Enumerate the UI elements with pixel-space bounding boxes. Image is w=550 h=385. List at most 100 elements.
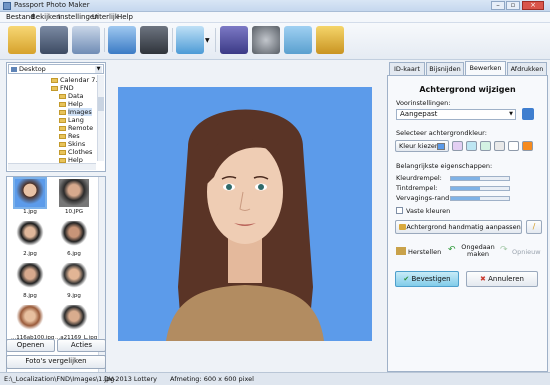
restore-button[interactable]: Herstellen [408, 248, 441, 256]
thumbnail[interactable]: 8.jpg [11, 263, 49, 303]
cancel-icon: ✖ [480, 275, 486, 283]
slider-fill [451, 177, 480, 180]
tree-item-data[interactable]: Data [59, 92, 84, 100]
tree-item-remote[interactable]: Remote [59, 124, 93, 132]
wand-button[interactable]: / [526, 220, 542, 234]
tree-item-calendar[interactable]: Calendar 7.0 [51, 76, 102, 84]
tree-item-lang[interactable]: Lang [59, 116, 84, 124]
window-title: Passport Photo Maker [14, 1, 90, 9]
folder-icon [59, 109, 66, 115]
menu-uiterlijk[interactable]: Uiterlijk [92, 13, 119, 21]
menu-bekijken[interactable]: Bekijken [31, 13, 61, 21]
tree-scrollbar[interactable] [97, 75, 104, 161]
folder-icon [59, 157, 66, 163]
thumbnail-image [15, 305, 45, 333]
thumbnail-image [15, 263, 45, 291]
tree-item-res[interactable]: Res [59, 132, 80, 140]
blur-label: Vervagings-rand: [396, 194, 452, 202]
thumbnail-list: 1.jpg 10.JPG 2.jpg 6.jpg 8.jpg 9.jpg ...… [6, 176, 106, 385]
status-mode: DV-2013 Lottery [104, 375, 158, 383]
cancel-button[interactable]: ✖ Annuleren [466, 271, 538, 287]
color-swatch[interactable] [508, 141, 519, 151]
toolbar: ▼ [0, 23, 550, 60]
folder-icon [59, 141, 66, 147]
brush-icon [399, 224, 406, 230]
compare-photos-button[interactable]: Foto's vergelijken [6, 355, 106, 369]
save-preset-icon[interactable] [522, 108, 534, 120]
choose-color-button[interactable]: Kleur kiezen [395, 140, 449, 152]
folder-tree: Desktop ▼ Calendar 7.0 FND Data Help Ima… [6, 62, 106, 172]
film-reel-icon[interactable] [252, 26, 280, 54]
chevron-down-icon[interactable]: ▼ [95, 66, 102, 73]
solid-colors-checkbox[interactable] [396, 207, 403, 214]
chevron-down-icon: ▼ [509, 111, 513, 117]
solid-colors-label: Vaste kleuren [406, 207, 451, 215]
color-swatch[interactable] [480, 141, 491, 151]
presets-label: Voorinstellingen: [396, 99, 451, 107]
close-button[interactable]: × [522, 1, 544, 10]
status-size: Afmeting: 600 x 600 pixel [170, 375, 254, 383]
portrait-image [118, 87, 372, 341]
tree-item-fnd[interactable]: FND [51, 84, 74, 92]
tree-item-images[interactable]: Images [59, 108, 92, 116]
camera-icon[interactable] [140, 26, 168, 54]
tab-bijsnijden[interactable]: Bijsnijden [426, 62, 464, 75]
color-swatch[interactable] [452, 141, 463, 151]
thumbnail[interactable]: 6.jpg [55, 221, 93, 261]
tab-bewerken[interactable]: Bewerken [465, 61, 506, 75]
tint-slider[interactable] [450, 186, 510, 191]
folder-icon [59, 101, 66, 107]
thumbnail-scrollbar[interactable] [98, 177, 105, 385]
blur-slider[interactable] [450, 196, 510, 201]
chevron-down-icon[interactable]: ▼ [205, 37, 210, 44]
slider-fill [451, 187, 480, 190]
menu-help[interactable]: Help [117, 13, 133, 21]
shopping-cart-icon[interactable] [316, 26, 344, 54]
tab-afdrukken[interactable]: Afdrukken [507, 62, 547, 75]
home-globe-icon[interactable] [284, 26, 312, 54]
threshold-slider[interactable] [450, 176, 510, 181]
undo-icon: ↶ [448, 245, 456, 255]
title-bar: Passport Photo Maker – ▫ × [0, 0, 550, 12]
print-icon[interactable] [72, 26, 100, 54]
undo-button[interactable]: Ongedaan maken [460, 244, 496, 258]
thumbnail-image [13, 177, 47, 209]
maximize-button[interactable]: ▫ [506, 1, 520, 10]
tree-item-help[interactable]: Help [59, 100, 83, 108]
thumbnail-image [59, 221, 89, 249]
desktop-icon [11, 67, 17, 72]
selected-color-swatch [437, 143, 445, 150]
confirm-button[interactable]: ✔ Bevestigen [395, 271, 459, 287]
help-book-icon[interactable] [220, 26, 248, 54]
thumbnail[interactable]: 2.jpg [11, 221, 49, 261]
color-swatch[interactable] [522, 141, 533, 151]
edit-pane: Achtergrond wijzigen Voorinstellingen: A… [387, 75, 548, 372]
tint-label: Tintdrempel: [396, 184, 438, 192]
left-panel: Desktop ▼ Calendar 7.0 FND Data Help Ima… [4, 62, 106, 385]
color-swatch[interactable] [466, 141, 477, 151]
tree-hscrollbar[interactable] [8, 163, 96, 170]
tree-item-skins[interactable]: Skins [59, 140, 85, 148]
redo-button[interactable]: Opnieuw [512, 248, 541, 256]
photo-preview[interactable] [118, 87, 372, 341]
tree-item-clothes[interactable]: Clothes [59, 148, 92, 156]
minimize-button[interactable]: – [491, 1, 505, 10]
drive-select[interactable]: Desktop ▼ [8, 64, 104, 74]
manual-background-button[interactable]: Achtergrond handmatig aanpassen [395, 220, 522, 234]
user-icon[interactable] [108, 26, 136, 54]
actions-button[interactable]: Acties [57, 339, 106, 352]
open-button[interactable]: Openen [6, 339, 55, 352]
photo-enhance-icon[interactable] [176, 26, 204, 54]
thumbnail[interactable]: 1.jpg [11, 177, 49, 219]
tab-id-kaart[interactable]: ID-kaart [389, 62, 425, 75]
thumbnail-image [59, 179, 89, 207]
open-folder-icon[interactable] [8, 26, 36, 54]
folder-icon [51, 77, 58, 83]
color-swatch[interactable] [494, 141, 505, 151]
threshold-label: Kleurdrempel: [396, 174, 442, 182]
properties-label: Belangrijkste eigenschappen: [396, 162, 493, 170]
save-icon[interactable] [40, 26, 68, 54]
preset-select[interactable]: Aangepast ▼ [396, 109, 516, 120]
thumbnail[interactable]: 9.jpg [55, 263, 93, 303]
thumbnail[interactable]: 10.JPG [55, 179, 93, 219]
